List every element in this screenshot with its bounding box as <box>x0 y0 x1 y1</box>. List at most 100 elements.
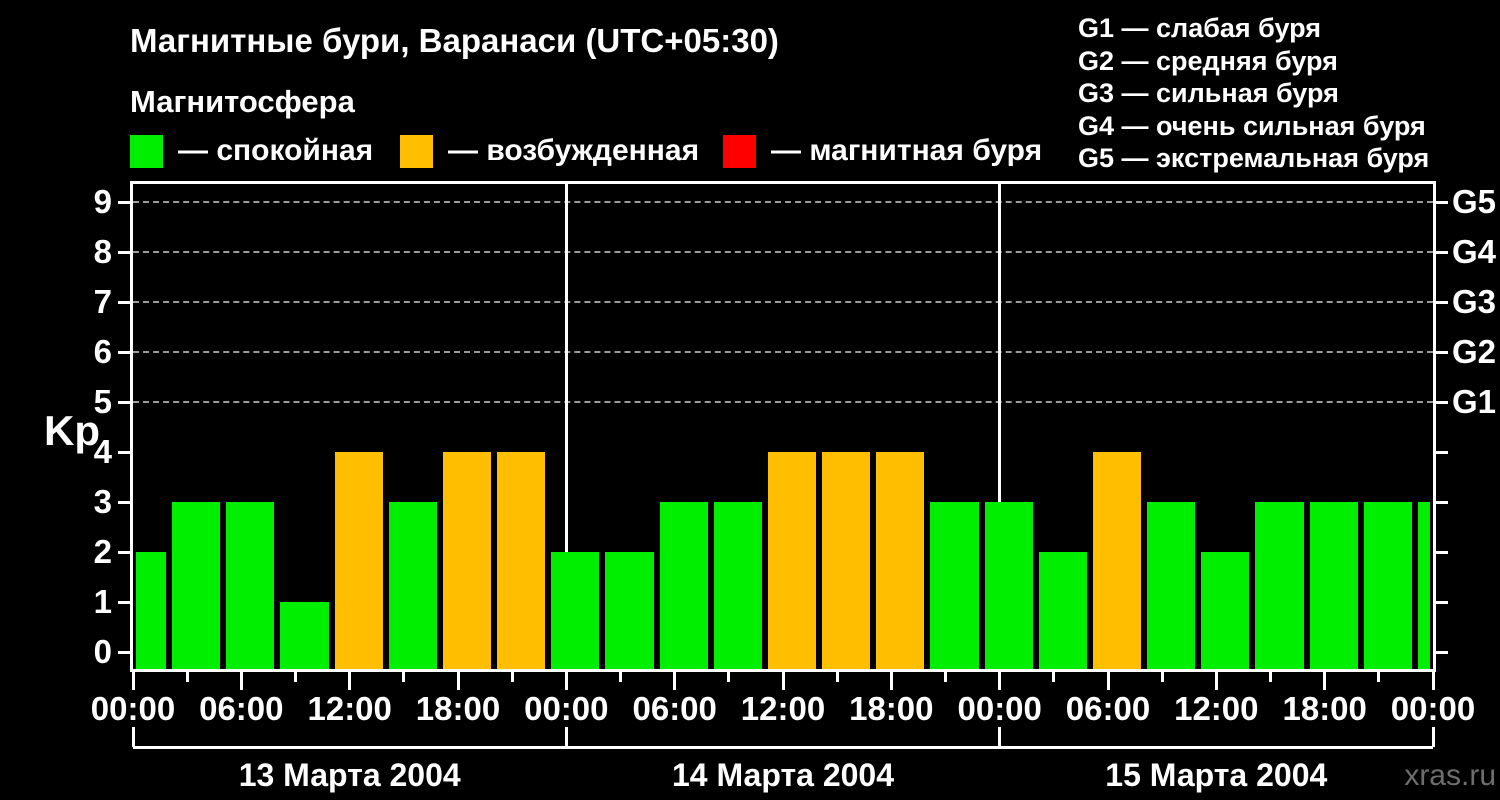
date-label: 13 Марта 2004 <box>238 757 461 793</box>
kp-bar <box>984 502 1033 669</box>
date-label: 14 Марта 2004 <box>672 757 894 793</box>
y-axis-tick <box>118 200 130 204</box>
gridline-level-8 <box>133 251 1433 253</box>
kp-bar <box>334 452 383 669</box>
y-axis-tick <box>118 400 130 404</box>
y-tick-label: 9 <box>93 183 112 220</box>
watermark: xras.ru <box>1404 759 1496 792</box>
kp-bar <box>1201 552 1250 669</box>
magnetic-storms-page: Магнитные бури, Варанаси (UTC+05:30) Маг… <box>0 0 1500 800</box>
kp-bar <box>1363 502 1412 669</box>
kp-bar <box>1038 552 1087 669</box>
kp-bar <box>280 602 329 669</box>
y-axis-tick <box>118 250 130 254</box>
x-axis-major-tick <box>456 672 460 690</box>
g-axis-tick <box>1436 200 1448 204</box>
kp-bar <box>822 452 871 669</box>
gridline-level-9 <box>133 201 1433 203</box>
x-axis-minor-tick <box>835 672 839 682</box>
date-axis-tick <box>131 727 135 747</box>
x-axis-major-tick <box>889 672 893 690</box>
x-tick-label: 00:00 <box>1390 690 1476 727</box>
kp-bar <box>497 452 546 669</box>
gridline-level-7 <box>133 301 1433 303</box>
date-axis-tick <box>1431 727 1435 747</box>
x-axis-minor-tick <box>1269 672 1272 682</box>
gridline-level-6 <box>133 351 1433 353</box>
date-axis-tick <box>564 727 568 747</box>
kp-bar <box>226 502 275 669</box>
kp-bar-chart: 0 1 2 3 4 5 6 7 8 9 G1 G2 G3 G4 G5 00:00 06:00 12:00 18:00… <box>0 0 1500 800</box>
gridline-level-5 <box>133 401 1433 403</box>
g-axis-tick <box>1436 600 1448 604</box>
date-label: 15 Марта 2004 <box>1105 757 1328 793</box>
x-axis-minor-tick <box>185 672 189 682</box>
y-axis-tick <box>118 300 130 304</box>
x-axis-major-tick <box>673 672 677 690</box>
x-axis-minor-tick <box>510 672 514 682</box>
x-axis-minor-tick <box>402 672 406 682</box>
kp-bar <box>136 552 167 669</box>
y-axis-tick <box>118 650 130 654</box>
x-axis-minor-tick <box>619 672 622 682</box>
x-axis-major-tick <box>781 672 785 690</box>
x-axis-minor-tick <box>294 672 297 682</box>
kp-bar <box>767 452 817 669</box>
x-axis-minor-tick <box>1377 672 1381 682</box>
kp-bar <box>388 502 437 669</box>
x-axis-major-tick <box>1431 672 1435 690</box>
g-axis-tick <box>1436 400 1448 404</box>
g-axis-tick <box>1436 650 1448 654</box>
x-axis-major-tick <box>564 672 568 690</box>
g-axis-label: G1 <box>1452 383 1497 420</box>
x-axis-minor-tick <box>1052 672 1056 682</box>
x-axis-major-tick <box>1323 672 1327 690</box>
y-tick-label: 6 <box>93 333 112 370</box>
x-axis-minor-tick <box>944 672 947 682</box>
kp-bar <box>1147 502 1196 669</box>
x-axis-major-tick <box>998 672 1002 690</box>
y-axis-tick <box>118 500 130 504</box>
y-axis-tick <box>118 350 130 354</box>
y-tick-label: 0 <box>93 633 112 670</box>
x-axis-minor-tick <box>1160 672 1164 682</box>
g-axis-tick <box>1436 450 1448 454</box>
x-axis-major-tick <box>1214 672 1218 690</box>
g-axis-tick <box>1436 300 1448 304</box>
g-axis-label: G3 <box>1452 283 1497 320</box>
y-tick-label: 8 <box>93 233 112 270</box>
kp-bar <box>659 502 708 669</box>
g-axis-label: G5 <box>1452 183 1497 220</box>
y-axis-tick <box>118 550 130 554</box>
y-tick-label: 2 <box>93 533 112 570</box>
kp-bar <box>442 452 492 669</box>
x-axis-major-tick <box>131 672 135 690</box>
g-axis-label: G4 <box>1452 233 1497 270</box>
g-axis-label: G2 <box>1452 333 1497 370</box>
y-tick-label: 4 <box>93 433 112 470</box>
x-axis-major-tick <box>1106 672 1110 690</box>
y-tick-label: 1 <box>93 583 112 620</box>
x-axis-major-tick <box>348 672 352 690</box>
kp-bar <box>551 552 600 669</box>
y-tick-label: 5 <box>93 383 112 420</box>
x-axis-major-tick <box>239 672 243 690</box>
kp-bar <box>1309 502 1358 669</box>
date-axis-line <box>133 746 1433 749</box>
g-axis-tick <box>1436 250 1448 254</box>
y-tick-label: 7 <box>93 283 112 320</box>
kp-bar <box>1255 502 1304 669</box>
y-tick-label: 3 <box>93 483 112 520</box>
y-axis-tick <box>118 450 130 454</box>
x-axis-minor-tick <box>727 672 731 682</box>
kp-bar <box>713 502 762 669</box>
kp-bar <box>1092 452 1142 669</box>
kp-bar <box>876 452 925 669</box>
g-axis-tick <box>1436 350 1448 354</box>
kp-bar <box>930 502 979 669</box>
date-axis-tick <box>998 727 1002 747</box>
g-axis-tick <box>1436 550 1448 554</box>
g-axis-tick <box>1436 500 1448 504</box>
y-axis-tick <box>118 600 130 604</box>
kp-bar <box>1417 502 1430 669</box>
